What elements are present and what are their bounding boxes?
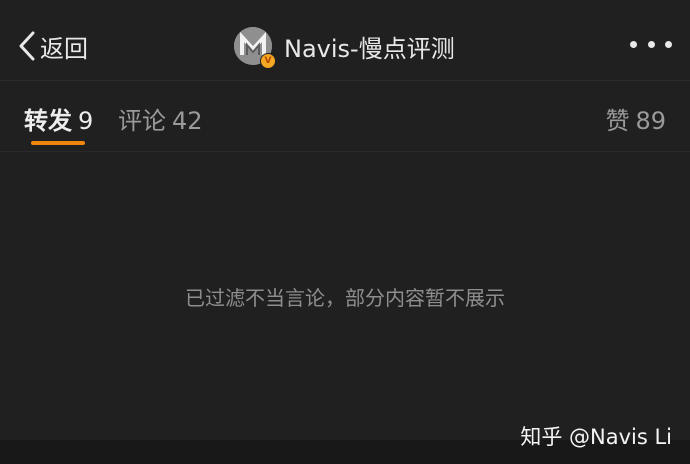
page-title: Navis-慢点评测: [284, 34, 455, 63]
verified-badge-icon: V: [260, 53, 276, 69]
tab-repost[interactable]: 转发 9: [24, 101, 93, 136]
tab-bar: 转发 9 评论 42 赞 89: [0, 81, 690, 152]
tab-like-count: 89: [635, 107, 666, 135]
more-dots-icon: [630, 40, 637, 48]
watermark: 知乎 @Navis Li: [520, 425, 672, 449]
tab-comment[interactable]: 评论 42: [118, 101, 203, 136]
tab-like[interactable]: 赞 89: [605, 101, 666, 136]
tab-like-label: 赞: [605, 107, 630, 135]
screen: 返回 V Navis-慢点评测 转发 9 评论 42 赞 89 已过滤不当言论，…: [0, 0, 690, 464]
top-nav-bar: 返回 V Navis-慢点评测: [0, 0, 690, 81]
active-tab-indicator: [31, 141, 85, 145]
tab-repost-label: 转发: [24, 107, 72, 135]
avatar[interactable]: V: [234, 27, 276, 69]
tab-comment-label: 评论: [118, 107, 166, 135]
tab-repost-count: 9: [78, 107, 94, 135]
back-label: 返回: [40, 34, 88, 63]
back-button[interactable]: 返回: [16, 24, 88, 68]
profile-title[interactable]: V Navis-慢点评测: [234, 26, 455, 69]
filtered-content-notice: 已过滤不当言论，部分内容暂不展示: [185, 286, 505, 310]
more-button[interactable]: [630, 36, 672, 52]
tab-comment-count: 42: [172, 107, 203, 135]
chevron-left-icon: [19, 31, 35, 61]
